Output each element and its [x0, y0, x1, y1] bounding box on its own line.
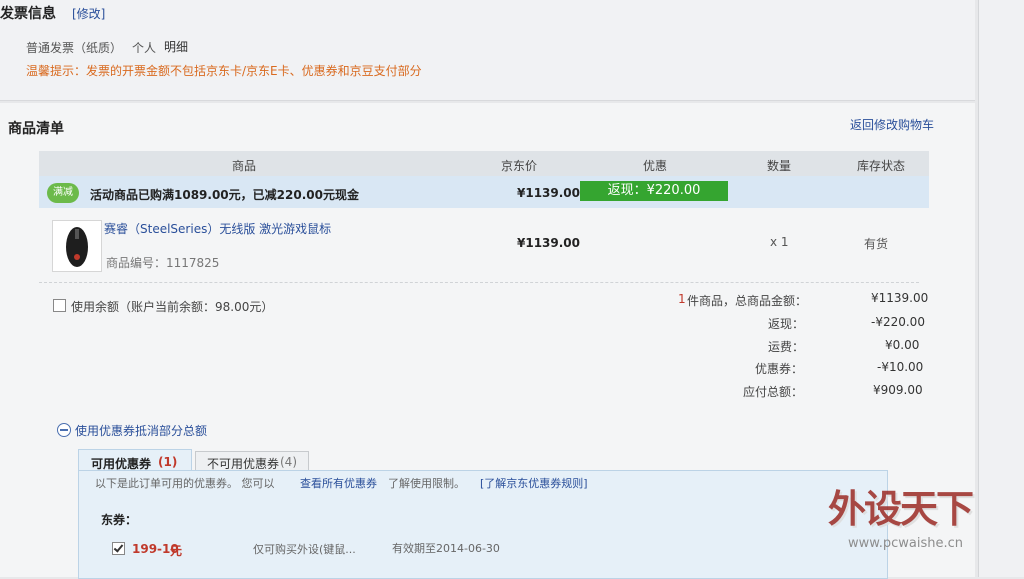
summary-coupon: -¥10.00 — [877, 360, 924, 374]
list-title: 商品清单 — [8, 121, 64, 137]
invoice-type: 普通发票（纸质） — [26, 41, 123, 55]
tab-available-count: (1) — [158, 455, 178, 469]
summary-total: ¥1139.00 — [871, 291, 929, 305]
use-balance-checkbox[interactable] — [53, 299, 66, 312]
table-header: 商品 京东价 优惠 数量 库存状态 — [39, 151, 929, 176]
mouse-image-icon — [66, 227, 88, 267]
coupon-expiry: 有效期至2014-06-30 — [392, 542, 500, 555]
coupon-hint-tail: 了解使用限制。 — [388, 477, 465, 490]
watermark-brand: 外设天下 — [828, 487, 974, 531]
tab-unavailable-coupons[interactable]: 不可用优惠券 (4) — [195, 451, 309, 471]
coupon-section-title: 东券： — [101, 513, 138, 527]
summary-rebate-label: 返现： — [768, 317, 805, 331]
promo-badge: 满减 — [47, 183, 79, 203]
invoice-tip: 温馨提示：发票的开票金额不包括京东卡/京东E卡、优惠券和京豆支付部分 — [26, 64, 422, 78]
summary-shipping-label: 运费： — [768, 340, 805, 354]
header-price: 京东价 — [501, 159, 538, 173]
use-balance-label: 使用余额（账户当前余额：98.00元） — [71, 300, 274, 314]
header-product: 商品 — [232, 159, 257, 173]
summary-rebate: -¥220.00 — [871, 315, 925, 329]
summary-count-label: 件商品，总商品金额： — [687, 294, 808, 308]
promo-discount-badge: 返现：¥220.00 — [580, 181, 728, 201]
invoice-edit-link[interactable]: [修改] — [72, 5, 105, 22]
invoice-section: 发票信息 [修改] 普通发票（纸质） 个人 明细 温馨提示：发票的开票金额不包括… — [0, 0, 975, 101]
item-price: ¥1139.00 — [517, 236, 581, 250]
coupon-checkbox[interactable] — [112, 542, 125, 555]
tab-unavailable-count: (4) — [280, 455, 297, 469]
product-sku: 商品编号：1117825 — [106, 256, 220, 270]
promo-text: 活动商品已购满1089.00元，已减220.00元现金 — [90, 188, 359, 202]
view-all-coupons-link[interactable]: 查看所有优惠券 — [300, 475, 377, 491]
divider — [39, 282, 919, 283]
product-thumbnail[interactable] — [52, 220, 102, 272]
watermark-url: www.pcwaishe.cn — [848, 536, 963, 551]
watermark-logo: 外设天下 — [828, 478, 1008, 534]
summary-shipping: ¥0.00 — [885, 338, 920, 352]
header-stock: 库存状态 — [857, 159, 906, 173]
summary-coupon-label: 优惠券： — [755, 362, 804, 376]
invoice-title: 发票信息 — [0, 6, 56, 22]
coupon-panel: 以下是此订单可用的优惠券。 您可以 查看所有优惠券 了解使用限制。 [了解京东优… — [78, 470, 888, 579]
header-discount: 优惠 — [643, 159, 668, 173]
coupon-rules-link[interactable]: [了解京东优惠券规则] — [480, 475, 588, 491]
coupon-unit: 元 — [170, 544, 183, 558]
summary-payable-label: 应付总额： — [743, 385, 804, 399]
item-quantity: x 1 — [770, 235, 789, 249]
summary-count: 1 — [678, 292, 686, 306]
coupon-hint: 以下是此订单可用的优惠券。 您可以 — [95, 477, 275, 490]
collapse-minus-icon[interactable] — [57, 423, 71, 437]
item-stock: 有货 — [864, 237, 889, 251]
invoice-detail: 明细 — [164, 40, 189, 54]
coupon-toggle-label[interactable]: 使用优惠券抵消部分总额 — [75, 422, 207, 439]
tab-available-coupons[interactable]: 可用优惠券 (1) — [78, 449, 192, 472]
back-to-cart-link[interactable]: 返回修改购物车 — [850, 116, 934, 133]
product-name-link[interactable]: 赛睿（SteelSeries）无线版 激光游戏鼠标 — [104, 220, 331, 237]
header-quantity: 数量 — [767, 159, 792, 173]
invoice-person: 个人 — [132, 41, 157, 55]
coupon-scope: 仅可购买外设(键鼠... — [253, 543, 356, 556]
summary-payable: ¥909.00 — [873, 383, 923, 397]
promo-price: ¥1139.00 — [517, 186, 581, 200]
